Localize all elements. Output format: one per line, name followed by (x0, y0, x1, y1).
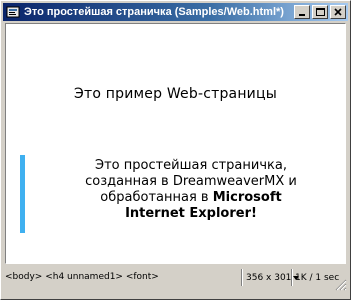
window-size-value: 356 x 301 (246, 272, 292, 283)
paragraph-line: Internet Explorer! (46, 206, 336, 222)
download-size-value: 1K / 1 sec (295, 272, 340, 283)
paragraph-line: созданная в DreamweaverMX и (85, 174, 297, 189)
document-window: Это простейшая страничка (Samples/Web.ht… (0, 0, 351, 300)
page-heading[interactable]: Это пример Web-страницы (6, 86, 345, 102)
resize-grip-icon[interactable] (335, 279, 347, 291)
paragraph-bold-text: Microsoft (212, 190, 282, 205)
page-paragraph[interactable]: Это простейшая страничка, созданная в Dr… (46, 158, 336, 222)
close-button[interactable] (330, 5, 346, 19)
tag-h4[interactable]: <h4 unnamed1> (45, 272, 123, 282)
download-size-readout: 1K / 1 sec (295, 270, 339, 285)
title-bar[interactable]: Это простейшая страничка (Samples/Web.ht… (3, 3, 348, 21)
tag-selector: <body> <h4 unnamed1> <font> (5, 272, 159, 282)
status-bar: <body> <h4 unnamed1> <font> 356 x 301 1K… (3, 267, 348, 297)
maximize-button[interactable] (312, 5, 328, 19)
tag-body[interactable]: <body> (5, 272, 42, 282)
tag-font[interactable]: <font> (126, 272, 159, 282)
selection-marker (20, 155, 25, 233)
maximize-icon (315, 8, 325, 16)
window-title: Это простейшая страничка (Samples/Web.ht… (24, 6, 284, 18)
status-divider (241, 269, 243, 286)
paragraph-text: обработанная в (100, 190, 213, 205)
document-canvas[interactable]: Это пример Web-страницы Это простейшая с… (5, 23, 346, 264)
minimize-icon (299, 14, 305, 16)
paragraph-line: Это простейшая страничка, (95, 158, 287, 173)
paragraph-bold-text: Internet Explorer! (125, 206, 257, 221)
status-divider (291, 269, 293, 286)
dreamweaver-doc-icon (6, 6, 20, 18)
paragraph-line: обработанная в Microsoft (46, 190, 336, 206)
minimize-button[interactable] (294, 5, 310, 19)
close-icon (334, 8, 342, 16)
